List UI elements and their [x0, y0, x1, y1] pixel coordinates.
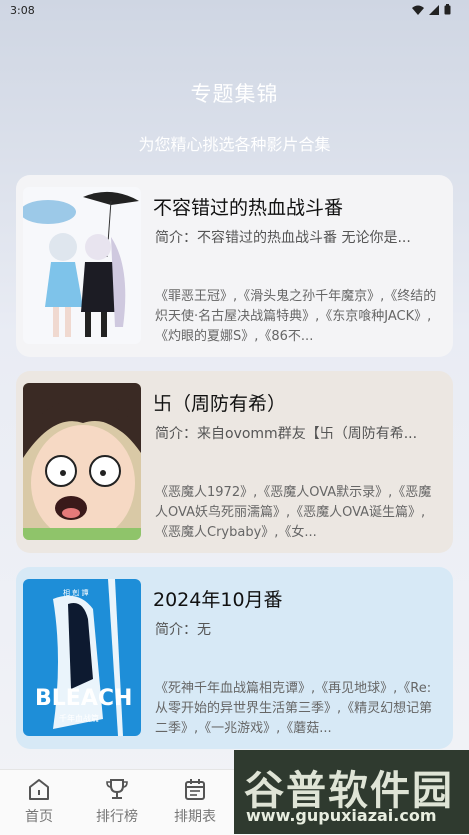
- card-title: 卐（周防有希）: [153, 393, 287, 415]
- card-list: 《死神千年血战篇相克谭》,《再见地球》,《Re:从零开始的异世界生活第三季》,《…: [155, 681, 433, 736]
- cover-image: [23, 383, 141, 540]
- collection-card[interactable]: 卐（周防有希） 简介：来自ovomm群友【卐（周防有希... 《恶魔人1972》…: [16, 371, 453, 553]
- card-list: 《罪恶王冠》,《滑头鬼之孙千年魔京》,《终结的炽天使·名古屋决战篇特典》,《东京…: [155, 289, 437, 344]
- card-intro: 简介：来自ovomm群友【卐（周防有希...: [155, 426, 418, 442]
- card-title: 2024年10月番: [153, 589, 283, 611]
- wifi-icon: [412, 5, 424, 15]
- status-bar: 3:08: [0, 0, 469, 22]
- card-title: 不容错过的热血战斗番: [153, 197, 344, 219]
- cover-logo: BLEACH: [35, 686, 132, 711]
- status-icons: [412, 4, 451, 15]
- cover-image: 相 剋 譚 BLEACH 千年血战篇: [23, 579, 141, 736]
- nav-schedule-label: 排期表: [174, 809, 216, 825]
- nav-schedule[interactable]: 排期表: [165, 776, 225, 826]
- nav-home-label: 首页: [25, 809, 53, 825]
- home-icon: [29, 779, 49, 800]
- watermark-url: www.gupuxiazai.com: [246, 806, 437, 825]
- card-list: 《恶魔人1972》,《恶魔人OVA默示录》,《恶魔人OVA妖鸟死丽濡篇》,《恶魔…: [155, 485, 432, 540]
- page-title: 专题集锦: [190, 82, 279, 106]
- collection-card[interactable]: 相 剋 譚 BLEACH 千年血战篇 2024年10月番 简介：无 《死神千年血…: [16, 567, 453, 749]
- signal-icon: [429, 4, 439, 15]
- nav-ranking[interactable]: 排行榜: [87, 776, 147, 826]
- nav-ranking-label: 排行榜: [96, 809, 138, 825]
- cover-top-text: 相 剋 譚: [63, 588, 88, 597]
- status-time: 3:08: [10, 4, 35, 17]
- calendar-icon: [185, 779, 205, 800]
- card-intro: 简介：不容错过的热血战斗番 无论你是...: [155, 230, 411, 246]
- watermark: 谷普软件园 www.gupuxiazai.com: [234, 750, 469, 834]
- cover-image: [23, 187, 141, 344]
- battery-icon: [444, 4, 451, 15]
- trophy-icon: [106, 779, 128, 799]
- card-intro: 简介：无: [155, 622, 211, 638]
- collection-card[interactable]: 不容错过的热血战斗番 简介：不容错过的热血战斗番 无论你是... 《罪恶王冠》,…: [16, 175, 453, 357]
- page-subtitle: 为您精心挑选各种影片合集: [138, 135, 331, 154]
- nav-home[interactable]: 首页: [9, 776, 69, 826]
- cover-sub: 千年血战篇: [59, 713, 99, 723]
